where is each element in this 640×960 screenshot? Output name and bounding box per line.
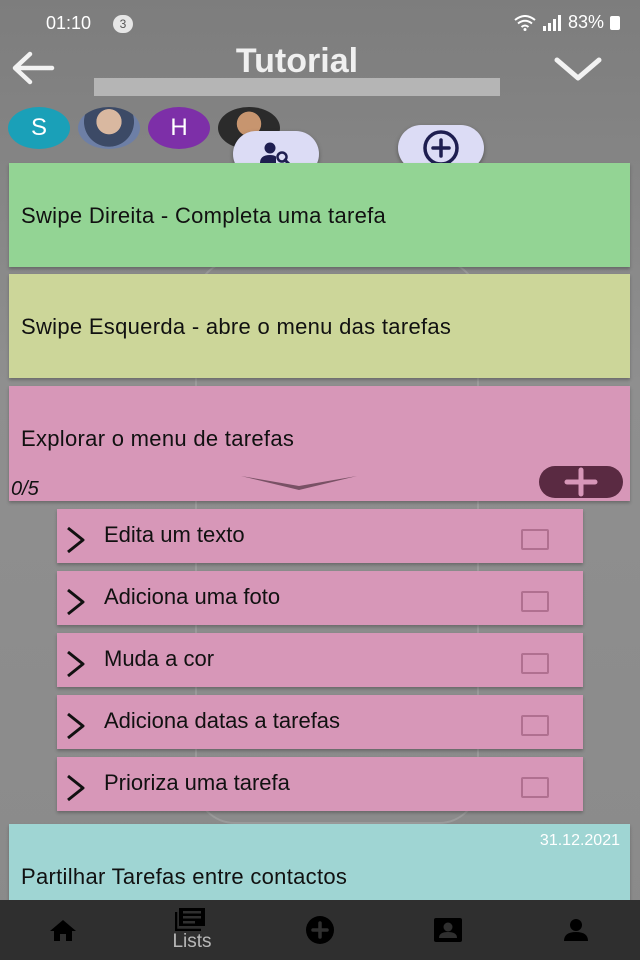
subtask-checkbox[interactable] [521,529,549,550]
chevron-right-icon[interactable] [65,525,87,555]
task-card[interactable]: 31.12.2021 Partilhar Tarefas entre conta… [9,824,630,904]
nav-home[interactable] [8,900,118,960]
task-label: Swipe Esquerda - abre o menu das tarefas [21,314,452,339]
subtask-label: Edita um texto [104,522,245,547]
chevron-right-icon[interactable] [65,773,87,803]
subtask-checkbox[interactable] [521,715,549,736]
nav-lists[interactable]: Lists [137,900,247,960]
avatar-initial: H [170,114,188,141]
subtask-item[interactable]: Adiciona datas a tarefas [57,695,583,749]
status-time: 01:10 [46,13,92,33]
task-label: Swipe Direita - Completa uma tarefa [21,203,387,228]
notification-count-badge: 3 [113,15,133,33]
avatar-initial: S [30,114,47,141]
home-icon [50,920,76,941]
subtask-progress: 0/5 [11,478,39,500]
task-card[interactable]: Swipe Esquerda - abre o menu das tarefas [9,274,630,378]
nav-contacts[interactable] [393,900,503,960]
add-circle-icon [423,130,459,166]
subtask-checkbox[interactable] [521,591,549,612]
chevron-down-icon[interactable] [241,474,357,494]
description-field[interactable] [94,78,500,96]
person-icon [564,919,588,941]
avatar-h[interactable]: H [148,107,210,149]
task-due-date: 31.12.2021 [539,832,620,849]
battery-icon [610,15,620,30]
subtask-label: Prioriza uma tarefa [104,770,290,795]
add-circle-icon [306,916,334,944]
signal-icon [542,14,561,31]
chevron-down-icon[interactable] [552,54,604,84]
task-card-expanded[interactable]: Explorar o menu de tarefas 0/5 [9,386,630,501]
nav-add[interactable] [265,900,375,960]
task-label: Explorar o menu de tarefas [21,426,295,451]
subtask-label: Muda a cor [104,646,215,671]
avatar-photo[interactable] [78,107,140,149]
wifi-icon [514,14,536,31]
subtask-item[interactable]: Edita um texto [57,509,583,563]
avatar-s[interactable]: S [8,107,70,149]
subtask-label: Adiciona uma foto [104,584,281,609]
subtask-checkbox[interactable] [521,777,549,798]
add-subtask-button[interactable] [539,466,623,498]
task-label: Partilhar Tarefas entre contactos [21,864,348,889]
subtask-label: Adiciona datas a tarefas [104,708,341,733]
task-card[interactable]: Swipe Direita - Completa uma tarefa [9,163,630,267]
subtask-item[interactable]: Prioriza uma tarefa [57,757,583,811]
app-header: Tutorial [0,40,640,106]
subtask-item[interactable]: Adiciona uma foto [57,571,583,625]
nav-lists-label: Lists [172,931,212,952]
contact-card-icon [434,918,462,942]
chevron-right-icon[interactable] [65,587,87,617]
nav-profile[interactable] [521,900,631,960]
subtask-checkbox[interactable] [521,653,549,674]
battery-percent: 83% [567,12,604,32]
subtask-item[interactable]: Muda a cor [57,633,583,687]
plus-icon [564,467,598,497]
page-title: Tutorial [235,42,359,80]
chevron-right-icon[interactable] [65,711,87,741]
chevron-right-icon[interactable] [65,649,87,679]
bottom-navigation: Lists [0,900,640,960]
status-right: 83% [514,12,620,33]
lists-icon [175,908,205,931]
